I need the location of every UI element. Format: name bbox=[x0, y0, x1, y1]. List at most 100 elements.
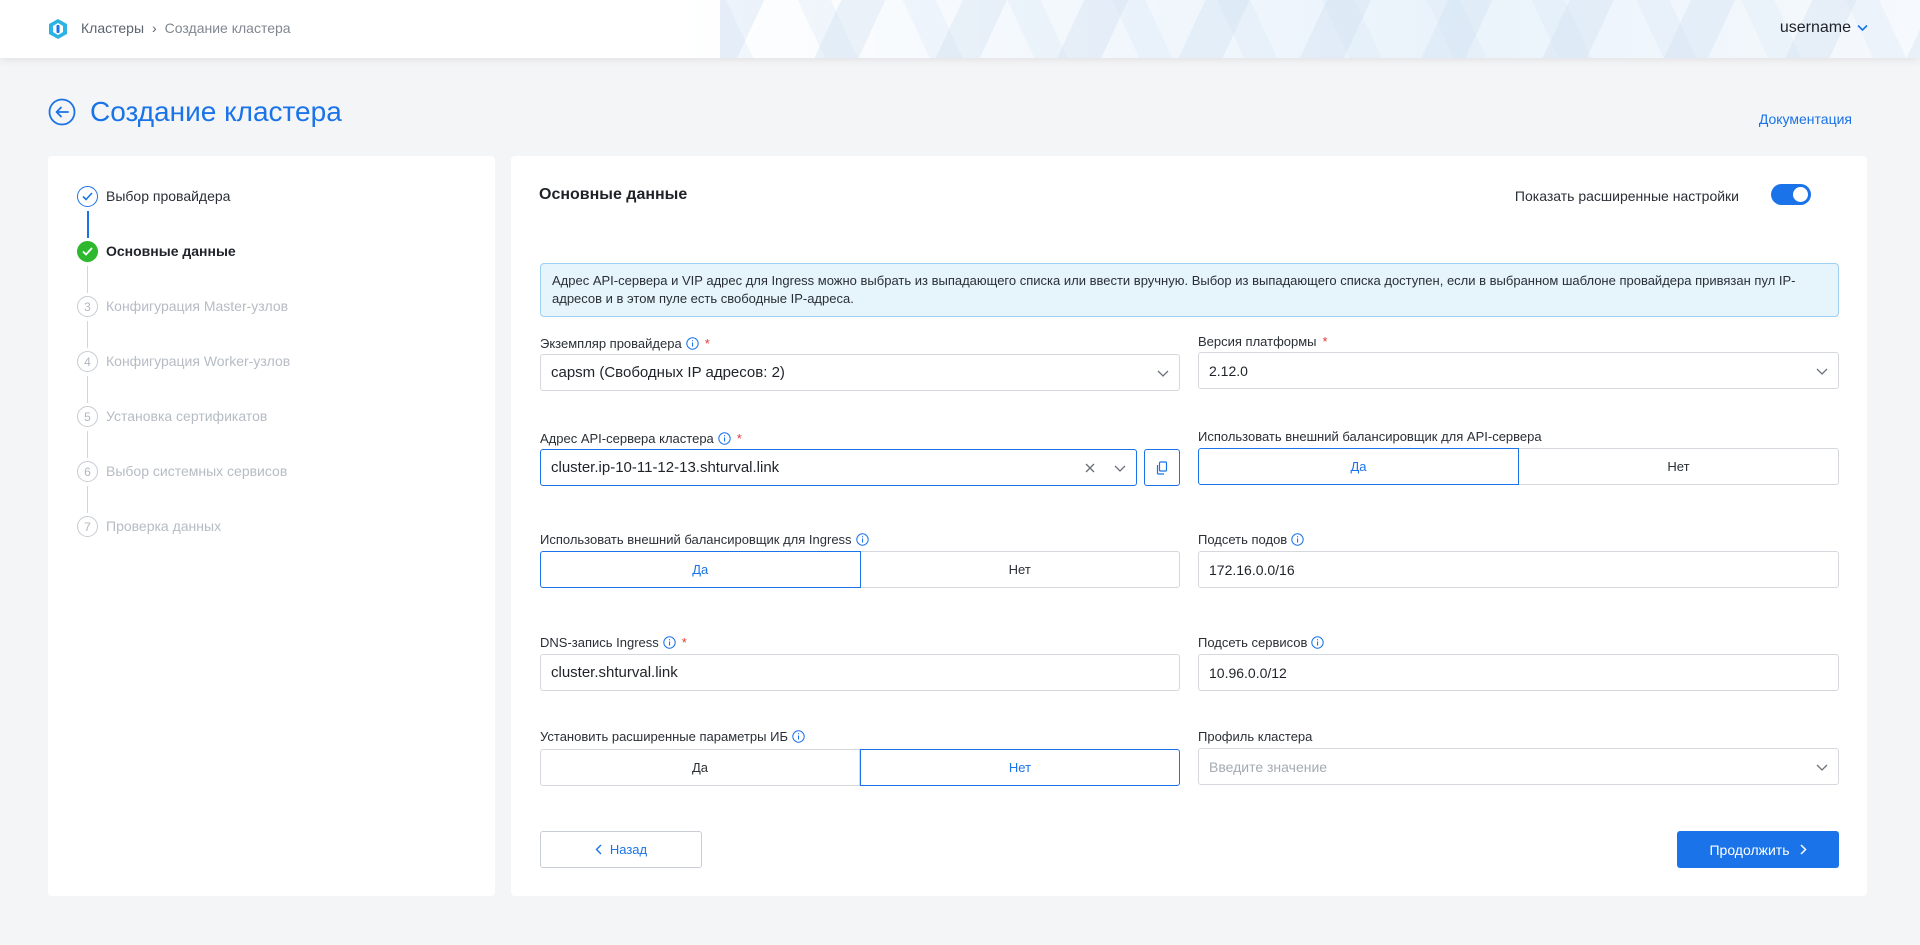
info-icon[interactable] bbox=[855, 533, 869, 546]
step-basic-data[interactable]: Основные данные bbox=[77, 241, 290, 296]
required-mark: * bbox=[736, 431, 742, 446]
label-text: Экземпляр провайдера bbox=[540, 336, 682, 351]
pod-subnet-label: Подсеть подов bbox=[1198, 532, 1304, 547]
select-value: 2.12.0 bbox=[1209, 362, 1248, 379]
info-icon[interactable] bbox=[718, 432, 731, 445]
breadcrumb-clusters-link[interactable]: Кластеры bbox=[81, 20, 144, 36]
clear-icon[interactable] bbox=[1084, 462, 1096, 474]
dns-ingress-input[interactable]: cluster.shturval.link bbox=[540, 654, 1180, 691]
page-title: Создание кластера bbox=[90, 96, 342, 127]
advanced-settings-toggle[interactable] bbox=[1771, 184, 1811, 205]
pod-subnet-input[interactable]: 172.16.0.0/16 bbox=[1198, 551, 1839, 588]
chevron-left-icon bbox=[595, 844, 602, 855]
info-icon[interactable] bbox=[686, 337, 699, 350]
step-system-services: 6 Выбор системных сервисов bbox=[77, 461, 290, 516]
back-arrow-icon[interactable] bbox=[48, 98, 76, 126]
label-text: Версия платформы bbox=[1198, 334, 1317, 349]
info-icon[interactable] bbox=[792, 730, 805, 743]
external-lb-api-label: Использовать внешний балансировщик для A… bbox=[1198, 429, 1542, 444]
label-text: Подсеть сервисов bbox=[1198, 635, 1308, 650]
step-connector bbox=[87, 376, 88, 403]
label-text: Использовать внешний балансировщик для I… bbox=[540, 532, 852, 547]
external-lb-api-toggle: Да Нет bbox=[1198, 448, 1839, 485]
step-review: 7 Проверка данных bbox=[77, 516, 290, 571]
copy-button[interactable] bbox=[1144, 449, 1180, 486]
info-icon[interactable] bbox=[1291, 533, 1304, 546]
chevron-down-icon bbox=[1816, 368, 1828, 375]
step-label: Проверка данных bbox=[106, 518, 222, 534]
external-lb-api-no[interactable]: Нет bbox=[1519, 448, 1839, 485]
step-check-icon bbox=[77, 186, 98, 207]
step-connector bbox=[87, 431, 88, 458]
chevron-down-icon bbox=[1157, 370, 1169, 377]
info-icon[interactable] bbox=[663, 636, 676, 649]
external-lb-api-yes[interactable]: Да bbox=[1198, 448, 1519, 485]
platform-version-select[interactable]: 2.12.0 bbox=[1198, 352, 1839, 389]
external-lb-ingress-no[interactable]: Нет bbox=[860, 551, 1180, 588]
form-panel: Основные данные Показать расширенные нас… bbox=[511, 156, 1867, 896]
breadcrumb-current: Создание кластера bbox=[164, 20, 291, 36]
step-number: 5 bbox=[77, 406, 98, 427]
api-server-address-combobox[interactable]: cluster.ip-10-11-12-13.shturval.link bbox=[540, 449, 1137, 486]
input-value: 10.96.0.0/12 bbox=[1209, 664, 1287, 681]
step-label: Конфигурация Master-узлов bbox=[106, 298, 289, 314]
chevron-down-icon bbox=[1816, 764, 1828, 771]
step-connector bbox=[87, 211, 89, 238]
label-text: DNS-запись Ingress bbox=[540, 635, 659, 650]
section-title: Основные данные bbox=[539, 186, 688, 203]
label-text: Установить расширенные параметры ИБ bbox=[540, 729, 788, 744]
security-params-yes[interactable]: Да bbox=[540, 749, 860, 786]
input-value: 172.16.0.0/16 bbox=[1209, 561, 1295, 578]
stepper: Выбор провайдера Основные данные 3 Конфи… bbox=[77, 186, 290, 571]
cluster-profile-label: Профиль кластера bbox=[1198, 729, 1312, 744]
step-label: Выбор провайдера bbox=[106, 188, 231, 204]
chevron-right-icon bbox=[1799, 844, 1807, 855]
required-mark: * bbox=[704, 336, 710, 351]
step-label: Основные данные bbox=[106, 243, 236, 259]
input-value: cluster.shturval.link bbox=[551, 664, 678, 681]
step-master-config: 3 Конфигурация Master-узлов bbox=[77, 296, 290, 351]
step-active-check-icon bbox=[77, 241, 98, 262]
select-placeholder: Введите значение bbox=[1209, 758, 1328, 775]
step-worker-config: 4 Конфигурация Worker-узлов bbox=[77, 351, 290, 406]
required-mark: * bbox=[681, 635, 687, 650]
continue-button-label: Продолжить bbox=[1709, 841, 1790, 858]
provider-instance-select[interactable]: capsm (Свободных IP адресов: 2) bbox=[540, 354, 1180, 391]
service-subnet-input[interactable]: 10.96.0.0/12 bbox=[1198, 654, 1839, 691]
breadcrumb-separator-icon: › bbox=[152, 20, 157, 36]
user-menu[interactable]: username bbox=[1780, 19, 1868, 37]
step-connector bbox=[87, 486, 88, 513]
required-mark: * bbox=[1322, 334, 1328, 349]
security-params-no[interactable]: Нет bbox=[860, 749, 1180, 786]
dns-ingress-label: DNS-запись Ingress * bbox=[540, 635, 687, 650]
step-number: 6 bbox=[77, 461, 98, 482]
external-lb-ingress-label: Использовать внешний балансировщик для I… bbox=[540, 532, 869, 547]
step-number: 4 bbox=[77, 351, 98, 372]
label-text: Подсеть подов bbox=[1198, 532, 1288, 547]
back-button[interactable]: Назад bbox=[540, 831, 702, 868]
api-server-address-label: Адрес API-сервера кластера * bbox=[540, 431, 742, 446]
step-number: 3 bbox=[77, 296, 98, 317]
security-params-toggle: Да Нет bbox=[540, 749, 1180, 786]
chevron-down-icon[interactable] bbox=[1114, 463, 1126, 473]
step-certificates: 5 Установка сертификатов bbox=[77, 406, 290, 461]
step-connector bbox=[87, 266, 88, 293]
cluster-profile-select[interactable]: Введите значение bbox=[1198, 748, 1839, 785]
step-label: Конфигурация Worker-узлов bbox=[106, 353, 291, 369]
breadcrumb: Кластеры › Создание кластера bbox=[81, 20, 291, 36]
step-label: Выбор системных сервисов bbox=[106, 463, 288, 479]
label-text: Адрес API-сервера кластера bbox=[540, 431, 714, 446]
combobox-value: cluster.ip-10-11-12-13.shturval.link bbox=[551, 459, 780, 476]
back-button-label: Назад bbox=[609, 842, 648, 857]
step-provider[interactable]: Выбор провайдера bbox=[77, 186, 290, 241]
info-icon[interactable] bbox=[1311, 636, 1325, 649]
top-header: Кластеры › Создание кластера username bbox=[0, 0, 1920, 58]
continue-button[interactable]: Продолжить bbox=[1677, 831, 1839, 868]
app-logo-icon[interactable] bbox=[47, 18, 69, 40]
documentation-link[interactable]: Документация bbox=[1759, 111, 1852, 127]
platform-version-label: Версия платформы * bbox=[1198, 334, 1328, 349]
advanced-settings-label: Показать расширенные настройки bbox=[1514, 188, 1739, 204]
external-lb-ingress-yes[interactable]: Да bbox=[540, 551, 861, 588]
security-params-label: Установить расширенные параметры ИБ bbox=[540, 729, 805, 744]
provider-instance-label: Экземпляр провайдера * bbox=[540, 336, 710, 351]
